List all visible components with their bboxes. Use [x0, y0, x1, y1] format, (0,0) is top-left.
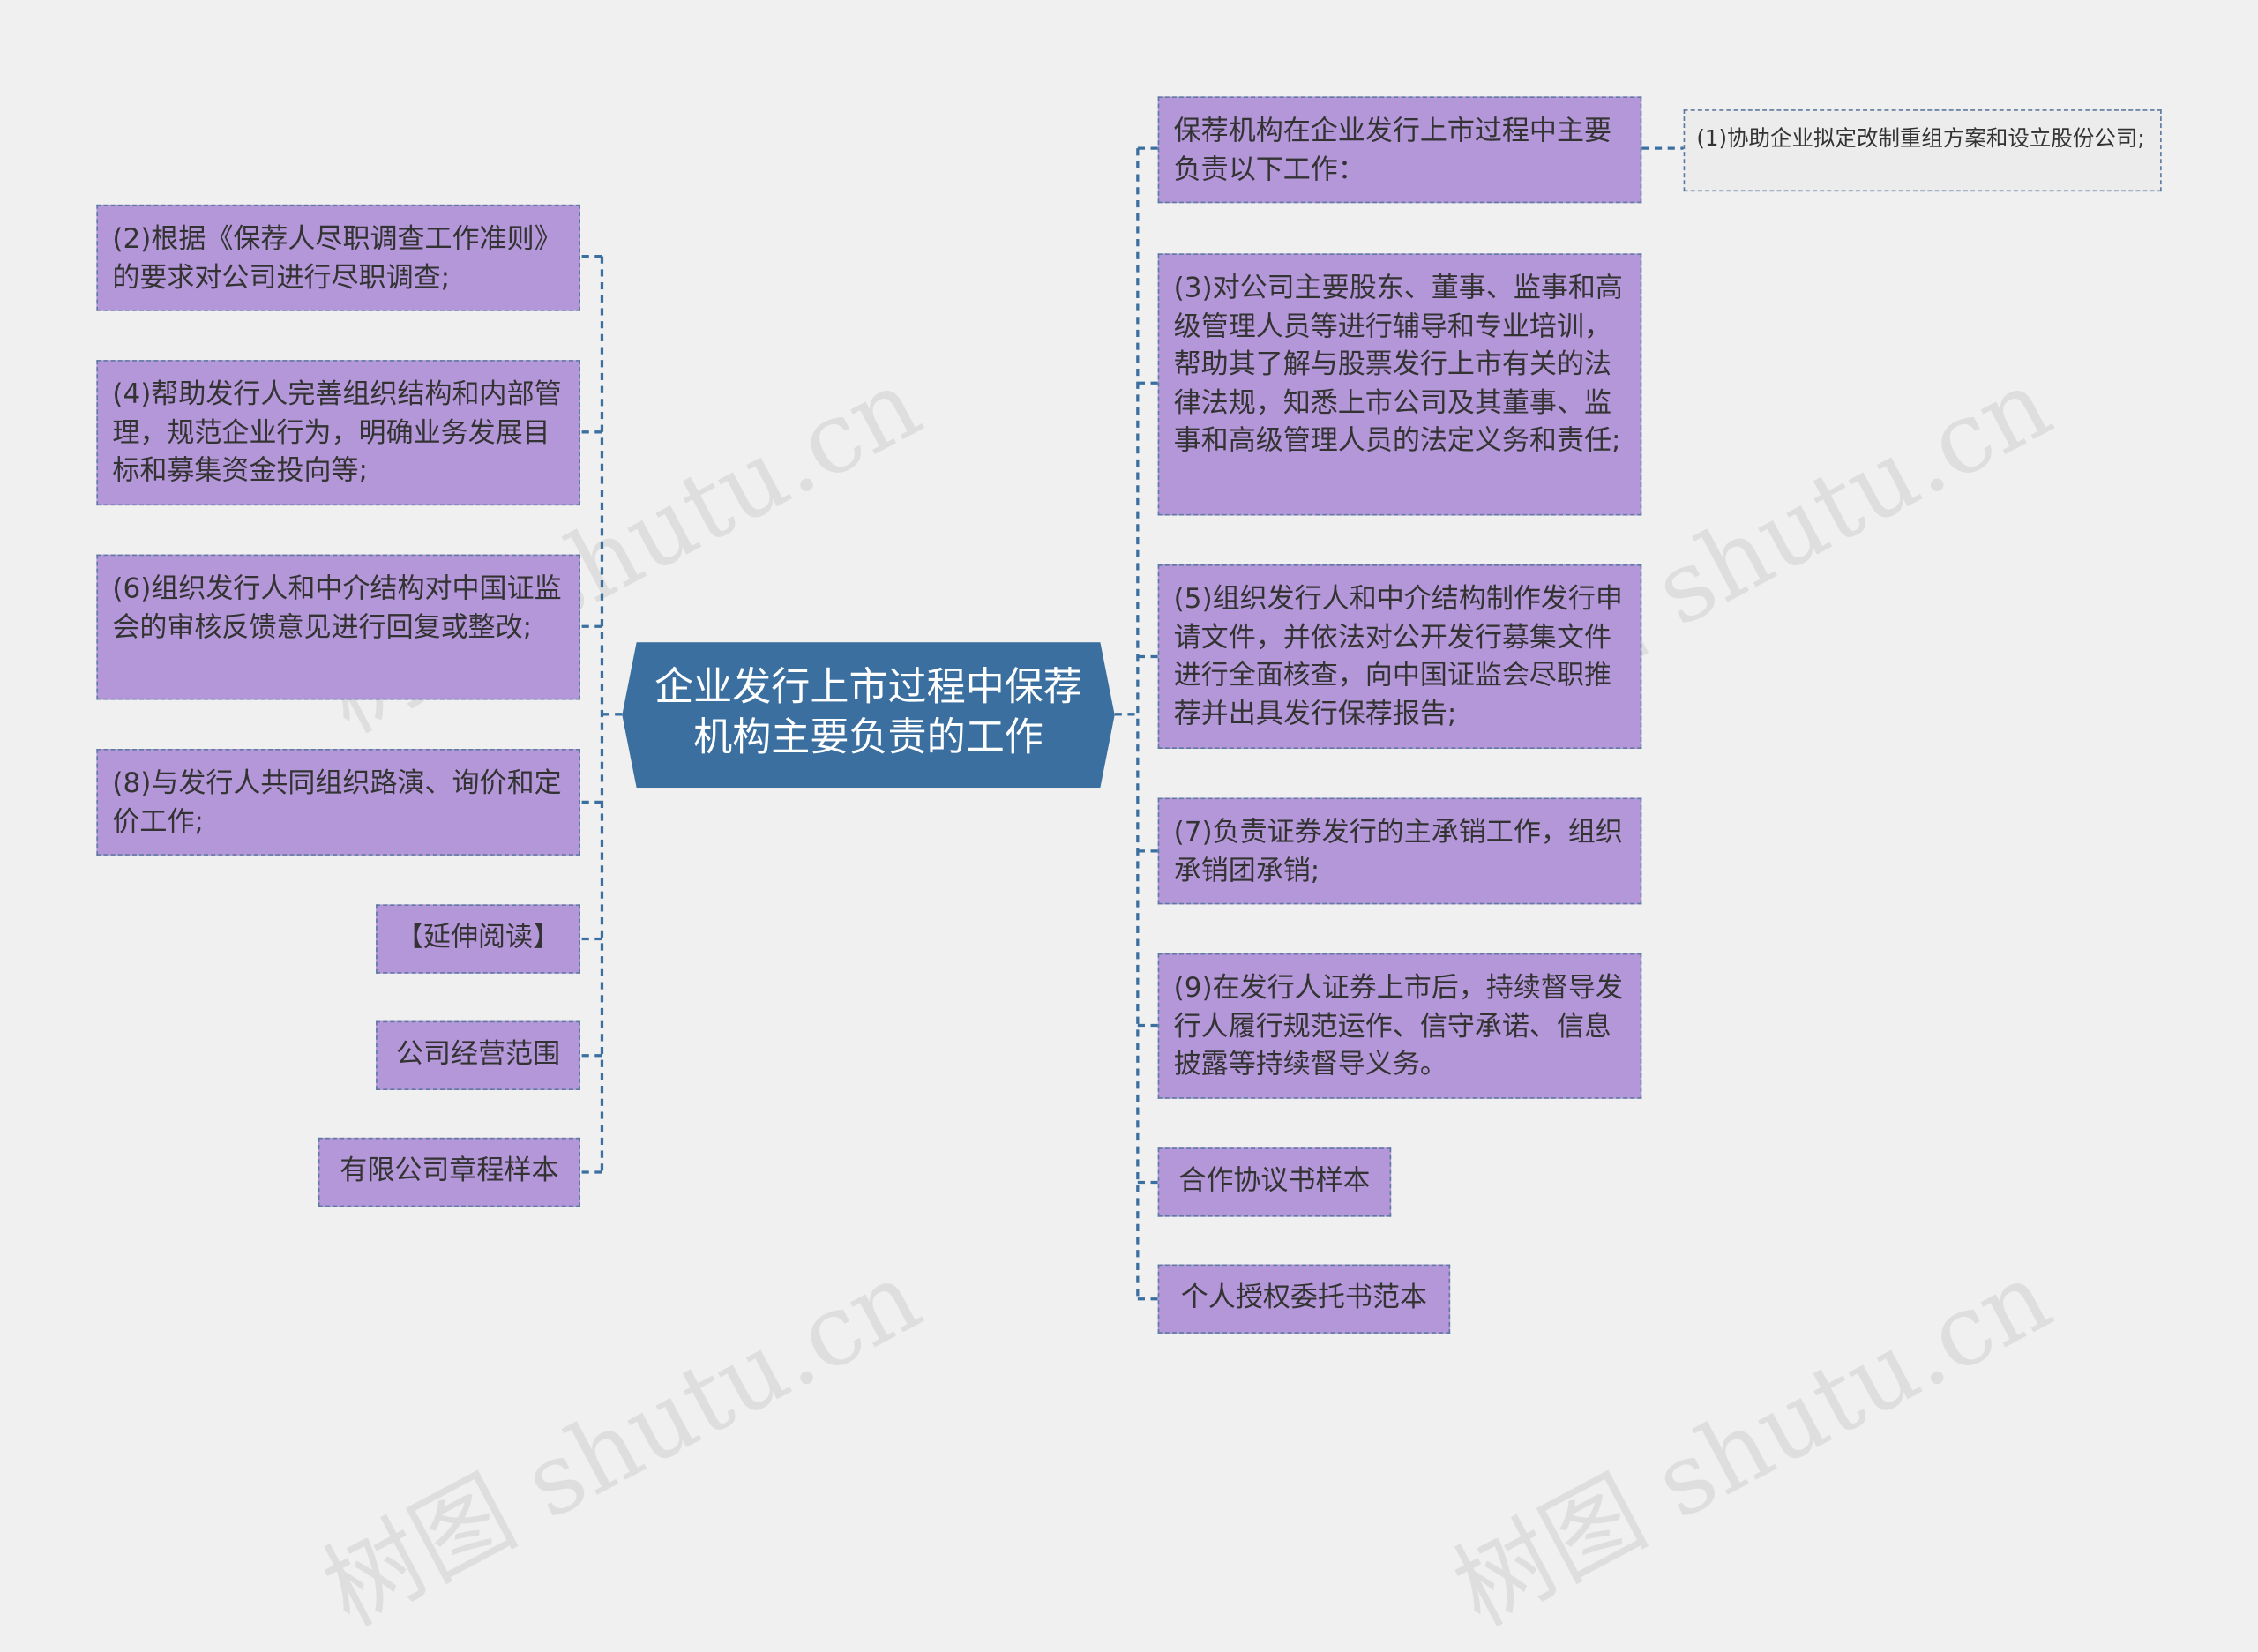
leaf-node-1[interactable]: (1)协助企业拟定改制重组方案和设立股份公司;	[1683, 109, 2162, 192]
left-node-8[interactable]: (8)与发行人共同组织路演、询价和定价工作;	[96, 749, 580, 856]
central-topic-label: 企业发行上市过程中保荐机构主要负责的工作	[654, 665, 1082, 761]
articles-sample-node[interactable]: 有限公司章程样本	[318, 1137, 580, 1207]
power-of-attorney-node[interactable]: 个人授权委托书范本	[1157, 1264, 1451, 1334]
left-node-6[interactable]: (6)组织发行人和中介结构对中国证监会的审核反馈意见进行回复或整改;	[96, 554, 580, 700]
right-node-5[interactable]: (5)组织发行人和中介结构制作发行申请文件，并依法对公开发行募集文件进行全面核查…	[1157, 564, 1642, 750]
right-node-3[interactable]: (3)对公司主要股东、董事、监事和高级管理人员等进行辅导和专业培训，帮助其了解与…	[1157, 253, 1642, 516]
right-node-intro[interactable]: 保荐机构在企业发行上市过程中主要负责以下工作：	[1157, 96, 1642, 204]
cooperation-agreement-node[interactable]: 合作协议书样本	[1157, 1147, 1392, 1217]
right-node-7[interactable]: (7)负责证券发行的主承销工作，组织承销团承销;	[1157, 797, 1642, 905]
extended-reading-node[interactable]: 【延伸阅读】	[376, 904, 580, 974]
left-node-4[interactable]: (4)帮助发行人完善组织结构和内部管理，规范企业行为，明确业务发展目标和募集资金…	[96, 360, 580, 506]
central-topic[interactable]: 企业发行上市过程中保荐机构主要负责的工作	[622, 642, 1115, 789]
business-scope-node[interactable]: 公司经营范围	[376, 1020, 580, 1090]
mind-map-canvas: 树图 shutu.cn 树图 shutu.cn 树图 shutu.cn 树图 s…	[0, 0, 2258, 1648]
right-node-9[interactable]: (9)在发行人证券上市后，持续督导发行人履行规范运作、信守承诺、信息披露等持续督…	[1157, 953, 1642, 1099]
left-node-2[interactable]: (2)根据《保荐人尽职调查工作准则》的要求对公司进行尽职调查;	[96, 204, 580, 311]
